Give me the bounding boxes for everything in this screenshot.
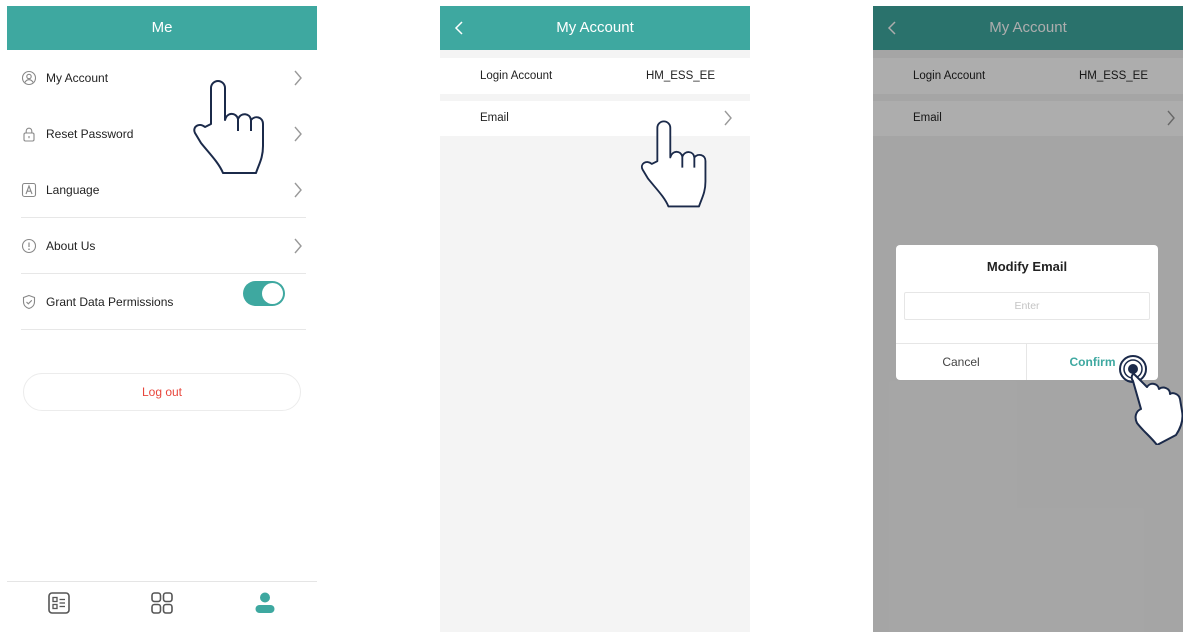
- grant-permissions-toggle[interactable]: [243, 281, 285, 306]
- chevron-right-icon: [294, 238, 302, 254]
- me-screen: Me My Account Reset Password Language Ab…: [7, 6, 317, 632]
- menu-item-label: Language: [46, 183, 100, 197]
- logout-button[interactable]: Log out: [23, 373, 301, 411]
- toggle-knob: [262, 283, 283, 304]
- chevron-right-icon: [294, 126, 302, 142]
- list-icon[interactable]: [46, 590, 72, 616]
- chevron-right-icon: [294, 182, 302, 198]
- login-account-row: Login Account HM_ESS_EE: [440, 58, 750, 94]
- tap-hand-icon: [641, 120, 707, 208]
- tap-hand-icon: [1119, 355, 1183, 445]
- user-circle-icon: [21, 70, 37, 86]
- tap-hand-icon: [193, 80, 264, 174]
- menu-item-label: My Account: [46, 71, 109, 85]
- tab-bar: [7, 581, 317, 632]
- my-account-screen: My Account Login Account HM_ESS_EE Email: [440, 6, 750, 632]
- chevron-right-icon: [724, 110, 732, 126]
- dialog-title: Modify Email: [986, 259, 1068, 274]
- menu-item-about-us[interactable]: About Us: [7, 218, 306, 274]
- menu-item-label: About Us: [46, 239, 96, 253]
- email-input[interactable]: Enter: [904, 292, 1150, 320]
- grid-icon[interactable]: [149, 590, 175, 616]
- email-label: Email: [480, 112, 509, 124]
- login-account-value: HM_ESS_EE: [645, 70, 715, 82]
- nav-bar: My Account: [440, 6, 750, 50]
- chevron-right-icon: [294, 70, 302, 86]
- cancel-button[interactable]: Cancel: [896, 344, 1027, 380]
- page-title: My Account: [556, 19, 634, 36]
- divider: [21, 329, 306, 330]
- language-icon: [21, 182, 37, 198]
- shield-check-icon: [22, 294, 36, 310]
- menu-item-label: Reset Password: [46, 127, 134, 141]
- nav-bar: Me: [7, 6, 317, 50]
- menu-item-label: Grant Data Permissions: [46, 295, 174, 309]
- login-account-label: Login Account: [480, 70, 553, 82]
- page-title: Me: [151, 19, 173, 36]
- lock-icon: [23, 127, 35, 142]
- info-icon: [21, 238, 37, 254]
- person-icon[interactable]: [252, 590, 278, 616]
- modify-email-screen: My Account Login Account HM_ESS_EE Email…: [873, 6, 1183, 632]
